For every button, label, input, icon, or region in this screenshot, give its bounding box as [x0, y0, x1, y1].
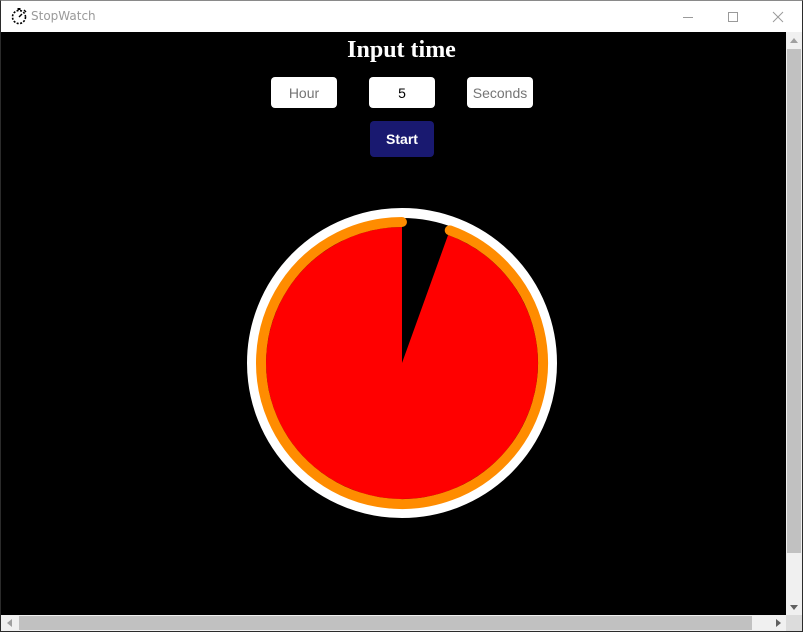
arrow-left-icon [6, 619, 12, 627]
minimize-button[interactable] [665, 1, 711, 32]
vertical-scroll-thumb[interactable] [787, 49, 801, 553]
scroll-left-button[interactable] [1, 615, 17, 631]
hour-input[interactable] [271, 77, 337, 108]
minute-input[interactable] [369, 77, 435, 108]
arrow-up-icon [790, 37, 798, 43]
page-title: Input time [347, 37, 456, 63]
maximize-icon [728, 11, 738, 22]
minimize-icon [683, 16, 693, 18]
scrollbar-corner [786, 615, 802, 631]
stopwatch-icon [11, 8, 27, 25]
scroll-right-button[interactable] [770, 615, 786, 631]
title-bar[interactable]: StopWatch [1, 1, 802, 32]
stopwatch-window: StopWatch Input time Start [0, 0, 803, 632]
seconds-input[interactable] [467, 77, 533, 108]
countdown-clock [247, 208, 557, 518]
close-icon [772, 11, 784, 22]
scroll-down-button[interactable] [786, 599, 802, 615]
app-content: Input time Start [1, 32, 786, 615]
maximize-button[interactable] [710, 1, 756, 32]
vertical-scrollbar[interactable] [786, 32, 802, 615]
close-button[interactable] [755, 1, 801, 32]
horizontal-scrollbar[interactable] [1, 615, 786, 631]
remaining-time-pie [266, 227, 538, 499]
scroll-up-button[interactable] [786, 32, 802, 48]
window-title: StopWatch [31, 9, 96, 23]
horizontal-scroll-thumb[interactable] [19, 616, 752, 630]
arrow-right-icon [775, 619, 781, 627]
arrow-down-icon [790, 604, 798, 610]
start-button[interactable]: Start [370, 121, 434, 157]
